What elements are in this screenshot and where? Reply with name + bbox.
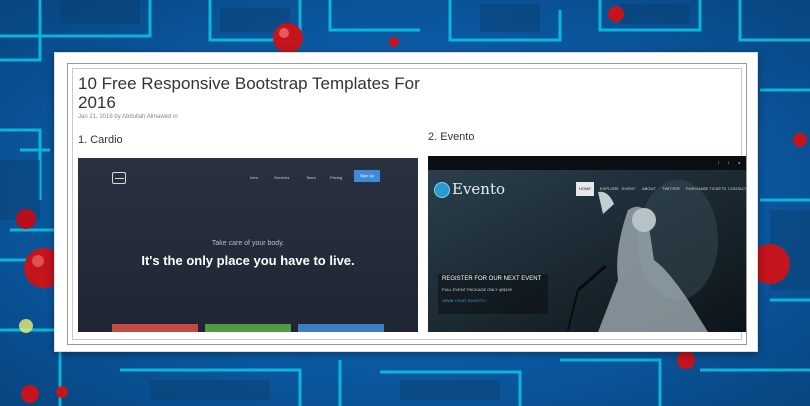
evento-card-subtitle: FULL EVENT PACKAGE ONLY @$199: [442, 287, 512, 292]
evento-nav-tickets: PURCHASE TICKETS: [686, 186, 727, 191]
article-paper: 10 Free Responsive Bootstrap Templates F…: [54, 52, 758, 352]
cardio-tagline: Take care of your body.: [211, 240, 285, 247]
evento-nav-event: EVENT: [622, 186, 636, 191]
twitter-icon: t: [728, 160, 730, 165]
cardio-signup-button: Sign Up: [354, 170, 380, 182]
cardio-preview-image[interactable]: Intro Services Team Pricing Sign Up Take…: [78, 158, 418, 332]
rss-icon: ●: [738, 160, 741, 165]
cardio-feature-blue: [298, 324, 384, 332]
cardio-nav-services: Services: [274, 175, 290, 180]
evento-nav-about: ABOUT: [642, 186, 656, 191]
cardio-nav-intro: Intro: [250, 175, 259, 180]
article-title: 10 Free Responsive Bootstrap Templates F…: [78, 74, 420, 112]
evento-card-title: REGISTER FOR OUR NEXT EVENT: [442, 276, 542, 282]
cardio-nav-team: Team: [306, 175, 316, 180]
cardio-feature-green: [205, 324, 291, 332]
evento-topbar: [428, 156, 746, 170]
evento-nav-twitter: TWITTER: [662, 186, 680, 191]
item-heading-evento: 2. Evento: [428, 131, 475, 143]
evento-nav-contact: CONTACT: [728, 186, 747, 191]
article-meta: Jan 21, 2016 by Abdullah Almawed in: [78, 114, 178, 120]
cardio-logo-icon: [112, 172, 126, 184]
evento-preview-image[interactable]: f t ● Evento HOME EXPLORE EVENT ABOUT TW…: [428, 156, 747, 332]
evento-nav-home: HOME: [576, 182, 594, 196]
evento-card-link: GRAB YOUR TICKETS ›: [442, 298, 487, 303]
evento-logo-text: Evento: [452, 180, 506, 198]
facebook-icon: f: [718, 160, 720, 165]
article-card: 10 Free Responsive Bootstrap Templates F…: [67, 63, 747, 345]
evento-logo-icon: [434, 182, 450, 198]
cardio-feature-red: [112, 324, 198, 332]
cardio-headline: It's the only place you have to live.: [141, 253, 355, 268]
item-heading-cardio: 1. Cardio: [78, 134, 123, 146]
cardio-nav-pricing: Pricing: [330, 175, 343, 180]
evento-nav-explore: EXPLORE: [600, 186, 619, 191]
